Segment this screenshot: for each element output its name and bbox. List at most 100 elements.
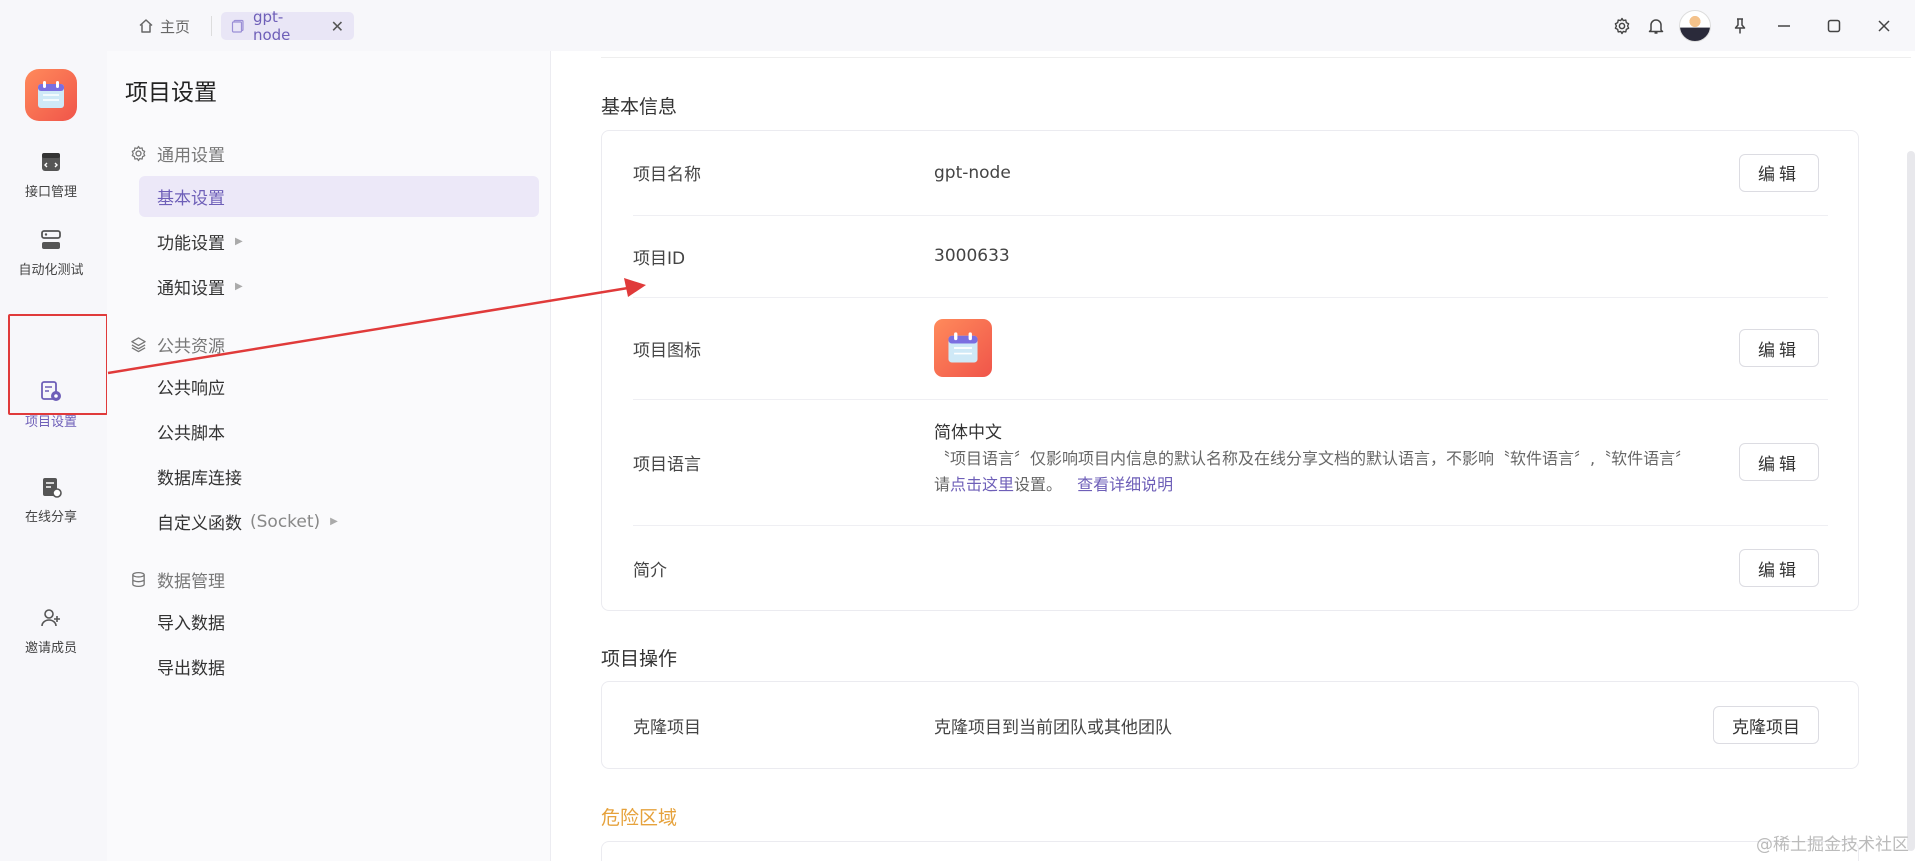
clone-project-button[interactable]: 克隆项目 xyxy=(1713,706,1819,744)
nav-api-management[interactable]: 接口管理 xyxy=(4,137,98,213)
row-project-id: 项目ID 3000633 xyxy=(633,216,1828,296)
scrollbar[interactable] xyxy=(1907,151,1915,851)
menu-group-label: 公共资源 xyxy=(157,337,225,357)
row-label: 项目语言 xyxy=(633,454,701,475)
menu-item-public-response[interactable]: 公共响应 xyxy=(139,366,539,407)
automation-icon xyxy=(41,229,61,249)
tab-divider xyxy=(211,16,212,36)
tab-home-label: 主页 xyxy=(160,17,191,36)
menu-item-function-settings[interactable]: 功能设置 ▶ xyxy=(139,221,539,262)
divider xyxy=(601,57,1911,58)
maximize-icon[interactable] xyxy=(1817,9,1851,43)
row-project-icon: 项目图标 编辑 xyxy=(633,298,1828,398)
home-icon xyxy=(139,19,153,33)
row-project-name: 项目名称 gpt-node 编辑 xyxy=(633,131,1828,214)
calendar-logo-icon xyxy=(948,332,978,363)
section-title-project-ops: 项目操作 xyxy=(601,648,678,670)
pin-icon[interactable] xyxy=(1723,9,1757,43)
edit-icon-button[interactable]: 编辑 xyxy=(1739,329,1819,367)
menu-item-label: 自定义函数 xyxy=(157,514,242,534)
window-controls xyxy=(1605,0,1915,51)
main-content: 基本信息 项目名称 gpt-node 编辑 项目ID 3000633 项目图标 … xyxy=(551,51,1915,861)
minimize-icon[interactable] xyxy=(1767,9,1801,43)
menu-item-public-script[interactable]: 公共脚本 xyxy=(139,411,539,452)
project-settings-icon xyxy=(41,380,61,401)
calendar-logo-icon xyxy=(38,81,64,108)
app-logo[interactable] xyxy=(25,69,77,121)
title-bar: 主页 gpt-node ✕ xyxy=(0,0,1915,51)
nav-invite-member[interactable]: 邀请成员 xyxy=(4,593,98,669)
add-user-icon xyxy=(41,608,60,626)
edit-name-button[interactable]: 编辑 xyxy=(1739,153,1819,192)
description-text: 设置。 xyxy=(1014,475,1063,494)
layers-icon xyxy=(131,337,146,353)
tab-project[interactable]: gpt-node ✕ xyxy=(221,8,354,44)
nav-label: 自动化测试 xyxy=(18,262,84,278)
section-title-basic-info: 基本信息 xyxy=(601,96,678,118)
menu-item-label: 公共脚本 xyxy=(157,424,225,444)
project-icon-preview xyxy=(934,319,992,377)
menu-item-sublabel: (Socket) xyxy=(250,511,321,532)
close-icon[interactable]: ✕ xyxy=(331,17,344,36)
bell-icon[interactable] xyxy=(1639,9,1673,43)
caret-right-icon: ▶ xyxy=(235,236,243,247)
menu-item-basic-settings[interactable]: 基本设置 xyxy=(139,176,539,217)
gear-icon[interactable] xyxy=(1605,9,1639,43)
menu-item-label: 基本设置 xyxy=(157,189,225,209)
nav-label: 在线分享 xyxy=(24,509,77,525)
menu-item-label: 功能设置 xyxy=(157,234,225,254)
language-description: 〝项目语言〞仅影响项目内信息的默认名称及在线分享文档的默认语言，不影响〝软件语言… xyxy=(934,446,1694,498)
menu-item-label: 公共响应 xyxy=(157,379,225,399)
menu-item-notify-settings[interactable]: 通知设置 ▶ xyxy=(139,266,539,307)
row-project-language: 项目语言 简体中文 〝项目语言〞仅影响项目内信息的默认名称及在线分享文档的默认语… xyxy=(633,400,1828,524)
row-label: 简介 xyxy=(633,560,667,581)
menu-group-public-resources: 公共资源 xyxy=(130,332,225,357)
clone-description: 克隆项目到当前团队或其他团队 xyxy=(934,717,1172,738)
row-label: 克隆项目 xyxy=(633,717,701,738)
close-window-icon[interactable] xyxy=(1867,9,1901,43)
menu-item-export-data[interactable]: 导出数据 xyxy=(139,646,539,687)
nav-label: 邀请成员 xyxy=(24,640,77,656)
nav-label: 项目设置 xyxy=(24,414,77,430)
caret-right-icon: ▶ xyxy=(330,516,338,527)
nav-automation-test[interactable]: 自动化测试 xyxy=(4,215,98,291)
row-clone-project: 克隆项目 克隆项目到当前团队或其他团队 克隆项目 xyxy=(633,682,1828,768)
nav-online-share[interactable]: 在线分享 xyxy=(4,462,98,538)
menu-item-custom-function[interactable]: 自定义函数 (Socket) ▶ xyxy=(139,501,539,542)
section-title-danger-zone: 危险区域 xyxy=(601,807,678,829)
basic-info-card: 项目名称 gpt-node 编辑 项目ID 3000633 项目图标 编辑 项目… xyxy=(601,130,1859,611)
settings-menu: 项目设置 通用设置 基本设置 功能设置 ▶ 通知设置 ▶ 公共资源 公共响应 公… xyxy=(107,51,551,861)
avatar[interactable] xyxy=(1679,9,1711,42)
nav-project-settings[interactable]: 项目设置 xyxy=(4,366,98,442)
watermark: @稀土掘金技术社区 xyxy=(1756,835,1909,855)
menu-item-label: 导出数据 xyxy=(157,659,225,679)
gear-icon xyxy=(131,145,146,162)
document-icon xyxy=(231,19,244,33)
menu-item-label: 通知设置 xyxy=(157,279,225,299)
menu-item-db-connection[interactable]: 数据库连接 xyxy=(139,456,539,497)
menu-group-label: 数据管理 xyxy=(157,572,225,592)
click-here-link[interactable]: 点击这里 xyxy=(950,475,1014,494)
language-value: 简体中文 xyxy=(934,423,1002,443)
left-nav: 接口管理 自动化测试 项目设置 在线分享 邀请成员 xyxy=(0,51,102,861)
project-name-value: gpt-node xyxy=(934,162,1011,183)
api-icon xyxy=(42,152,60,171)
language-block: 简体中文 〝项目语言〞仅影响项目内信息的默认名称及在线分享文档的默认语言，不影响… xyxy=(934,420,1694,498)
row-label: 项目ID xyxy=(633,248,686,269)
row-label: 项目图标 xyxy=(633,340,701,361)
page-title: 项目设置 xyxy=(125,80,217,106)
menu-item-import-data[interactable]: 导入数据 xyxy=(139,601,539,642)
caret-right-icon: ▶ xyxy=(235,281,243,292)
edit-language-button[interactable]: 编辑 xyxy=(1739,443,1819,481)
edit-intro-button[interactable]: 编辑 xyxy=(1739,549,1819,587)
menu-group-label: 通用设置 xyxy=(157,146,225,166)
menu-item-label: 导入数据 xyxy=(157,614,225,634)
nav-label: 接口管理 xyxy=(24,184,77,200)
menu-item-label: 数据库连接 xyxy=(157,469,242,489)
row-project-intro: 简介 编辑 xyxy=(633,526,1828,610)
tab-home[interactable]: 主页 xyxy=(128,12,200,40)
share-icon xyxy=(43,477,62,498)
tab-project-label: gpt-node xyxy=(252,8,291,44)
view-details-link[interactable]: 查看详细说明 xyxy=(1077,475,1173,494)
project-id-value: 3000633 xyxy=(934,246,1010,266)
